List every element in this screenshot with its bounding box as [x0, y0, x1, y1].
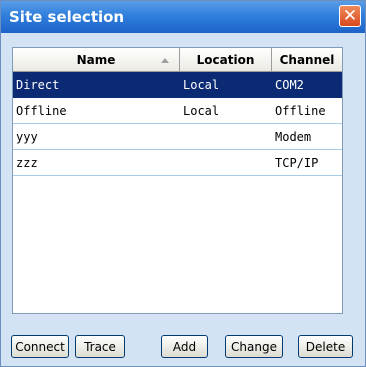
- site-selection-dialog: Site selection ✕ Name Location Channel D…: [0, 0, 366, 367]
- table-row[interactable]: Offline Local Offline: [13, 98, 342, 124]
- table-row[interactable]: zzz TCP/IP: [13, 150, 342, 176]
- column-header-name[interactable]: Name: [13, 48, 180, 72]
- column-header-name-label: Name: [76, 52, 116, 67]
- column-header-channel-label: Channel: [279, 52, 335, 67]
- site-name: yyy: [16, 130, 38, 144]
- site-name: zzz: [16, 156, 38, 170]
- add-button[interactable]: Add: [161, 335, 208, 358]
- delete-button[interactable]: Delete: [298, 335, 353, 358]
- change-button[interactable]: Change: [225, 335, 283, 358]
- connect-button[interactable]: Connect: [11, 335, 69, 358]
- column-header-location[interactable]: Location: [180, 48, 272, 72]
- column-header-channel[interactable]: Channel: [272, 48, 342, 72]
- column-header-location-label: Location: [196, 52, 255, 67]
- site-location: Local: [183, 78, 220, 92]
- site-channel: TCP/IP: [275, 156, 319, 170]
- sort-ascending-icon: [161, 58, 169, 63]
- site-list[interactable]: Name Location Channel Direct Local COM2 …: [12, 47, 343, 314]
- close-icon: ✕: [342, 5, 358, 26]
- site-name: Offline: [16, 104, 67, 118]
- site-channel: Modem: [275, 130, 312, 144]
- site-location: Local: [183, 104, 220, 118]
- close-button[interactable]: ✕: [339, 5, 361, 27]
- table-row[interactable]: yyy Modem: [13, 124, 342, 150]
- site-channel: COM2: [275, 78, 304, 92]
- title-bar[interactable]: Site selection ✕: [1, 1, 365, 33]
- trace-button[interactable]: Trace: [75, 335, 125, 358]
- window-title: Site selection: [9, 8, 125, 26]
- table-row[interactable]: Direct Local COM2: [13, 72, 342, 98]
- site-channel: Offline: [275, 104, 326, 118]
- site-name: Direct: [16, 78, 60, 92]
